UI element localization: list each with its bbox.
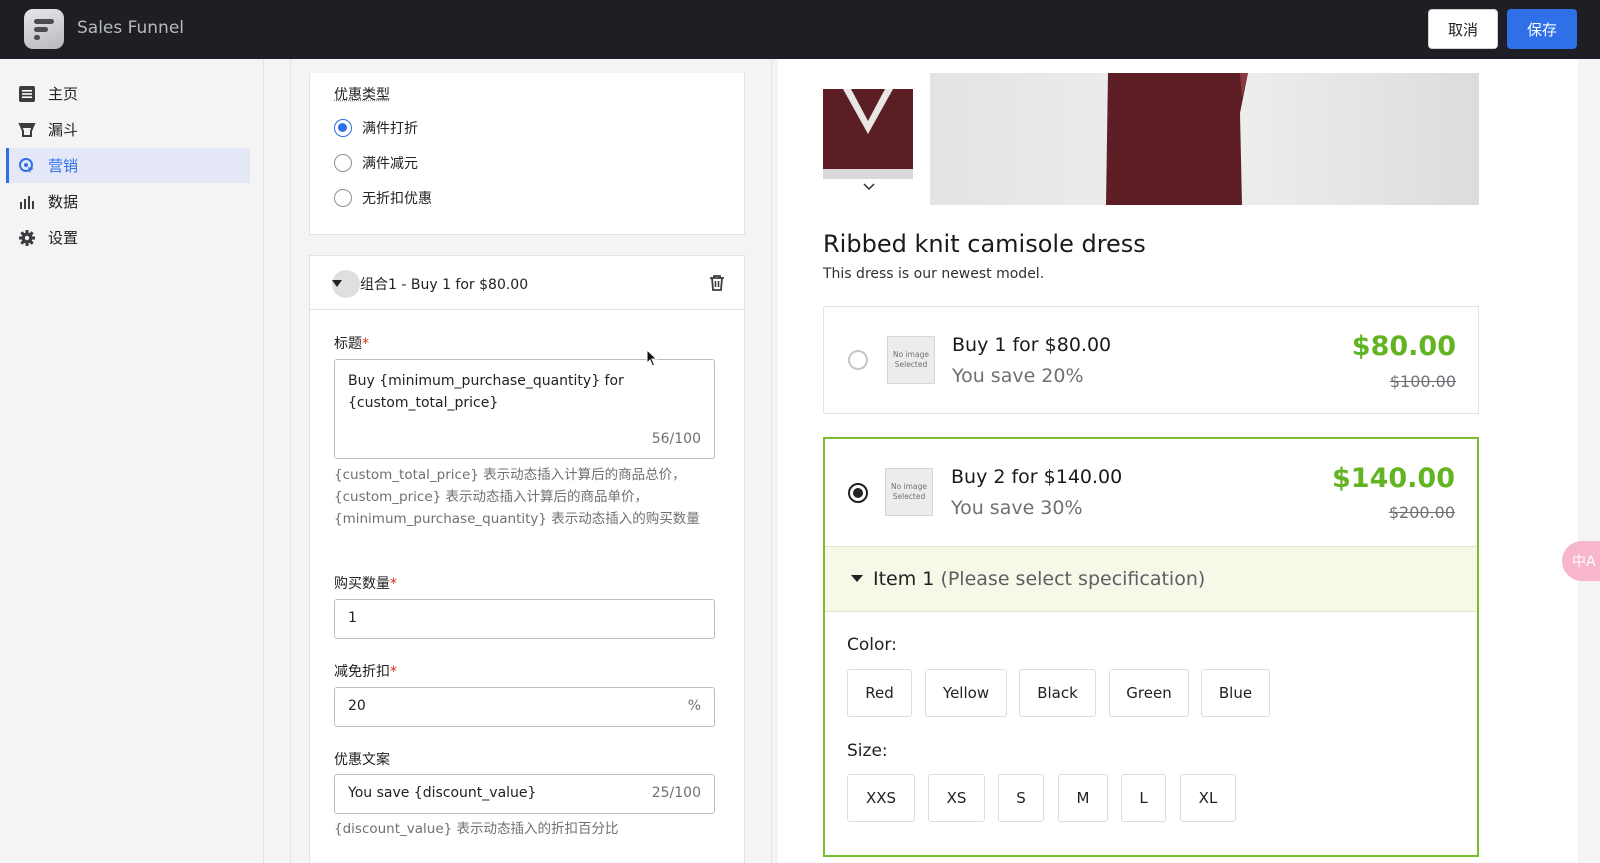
product-main-image [930,73,1479,205]
save-button[interactable]: 保存 [1507,9,1577,49]
discount-option-none[interactable]: 无折扣优惠 [334,188,432,208]
scrollbar[interactable] [1578,59,1600,863]
sidebar-item-settings[interactable]: 设置 [6,220,250,255]
cancel-button[interactable]: 取消 [1428,9,1498,49]
discount-value: 20 [348,698,366,714]
radio-unselected[interactable] [334,154,352,172]
product-subtitle: This dress is our newest model. [823,266,1045,282]
title-text-line: Buy {minimum_purchase_quantity} for [348,373,624,389]
sidebar-item-marketing[interactable]: 营销 [6,148,250,183]
product-thumbnail[interactable] [823,89,913,179]
chevron-down-icon[interactable] [863,183,875,191]
bar-chart-icon [20,195,34,209]
caret-down-icon [332,280,342,287]
sidebar-item-label: 设置 [48,229,79,247]
dress-photo [1106,73,1248,205]
dress-image [823,89,913,179]
app-title: Sales Funnel [77,18,185,38]
title-hint: {custom_total_price} 表示动态插入计算后的商品总价，{cus… [334,467,700,527]
funnel-icon [18,122,36,137]
discount-field-label: 减免折扣* [334,664,397,680]
trash-icon[interactable] [708,274,726,292]
marketing-icon [19,157,34,173]
discount-type-card: 优惠类型 满件打折 满件减元 无折扣优惠 [309,73,745,235]
color-option-red[interactable]: Red [847,669,912,717]
no-image-placeholder: No image Selected [887,336,935,384]
color-label: Color: [847,635,897,655]
size-option-xl[interactable]: XL [1180,774,1236,822]
quantity-input[interactable]: 1 [334,599,715,639]
radio-label: 满件减元 [362,156,418,172]
list-icon [19,85,35,102]
size-option-s[interactable]: S [998,774,1044,822]
discount-type-label: 优惠类型 [334,87,390,103]
mouse-cursor-icon [646,349,658,367]
copy-hint: {discount_value} 表示动态插入的折扣百分比 [334,821,619,837]
sidebar-item-label: 数据 [48,193,79,211]
top-bar: Sales Funnel 取消 保存 [0,0,1600,59]
bundle-offer-2[interactable]: No image Selected Buy 2 for $140.00 You … [823,437,1479,857]
item-variant-toggle[interactable]: Item 1 (Please select specification) [825,546,1477,612]
offer-savings: You save 20% [952,365,1084,387]
offer-price: $80.00 [1351,331,1456,362]
sidebar-item-label: 主页 [48,85,79,103]
offer-original-price: $200.00 [1388,503,1455,522]
item-label: Item 1 (Please select specification) [873,568,1206,590]
radio-unselected[interactable] [334,189,352,207]
bundle-offer-1[interactable]: No image Selected Buy 1 for $80.00 You s… [823,306,1479,414]
offer-radio[interactable] [848,350,868,370]
gear-icon [19,229,35,246]
product-title: Ribbed knit camisole dress [823,230,1146,258]
offer-original-price: $100.00 [1389,372,1456,391]
quantity-field-label: 购买数量* [334,576,397,592]
offer-title: Buy 1 for $80.00 [952,334,1112,356]
size-label: Size: [847,741,888,761]
char-counter: 56/100 [651,431,701,447]
radio-selected[interactable] [334,119,352,137]
title-field-label: 标题* [334,336,369,352]
copy-value: You save {discount_value} [348,785,537,801]
offer-price: $140.00 [1332,463,1455,494]
size-option-xxs[interactable]: XXS [847,774,915,822]
percent-suffix: % [687,698,701,714]
char-counter: 25/100 [651,785,701,801]
sidebar-item-label: 漏斗 [48,121,79,139]
bundle-group-title: 组合1 - Buy 1 for $80.00 [360,277,529,293]
sidebar-item-label: 营销 [48,157,79,175]
copy-field-label: 优惠文案 [334,752,390,768]
discount-option-amount[interactable]: 满件减元 [334,153,418,173]
bundle-group-header[interactable]: 组合1 - Buy 1 for $80.00 [310,256,744,310]
caret-down-icon [851,575,863,582]
discount-option-percent[interactable]: 满件打折 [334,118,418,138]
size-option-l[interactable]: L [1121,774,1166,822]
offer-savings: You save 30% [951,497,1083,519]
color-option-yellow[interactable]: Yellow [925,669,1007,717]
offer-radio-selected[interactable] [848,483,868,503]
bundle-group-card: 组合1 - Buy 1 for $80.00 标题* Buy {minimum_… [309,255,745,863]
radio-label: 满件打折 [362,121,418,137]
sidebar-item-home[interactable]: 主页 [6,76,250,111]
size-option-m[interactable]: M [1058,774,1108,822]
radio-label: 无折扣优惠 [362,191,432,207]
title-textarea[interactable]: Buy {minimum_purchase_quantity} for {cus… [334,359,715,459]
sidebar-item-data[interactable]: 数据 [6,184,250,219]
size-option-xs[interactable]: XS [928,774,985,822]
color-option-green[interactable]: Green [1109,669,1189,717]
copy-input[interactable]: You save {discount_value} 25/100 [334,774,715,814]
sidebar-item-funnel[interactable]: 漏斗 [6,112,250,147]
storefront-preview: Ribbed knit camisole dress This dress is… [778,59,1578,863]
logo-icon [34,19,54,40]
sidebar: 主页 漏斗 营销 数据 设置 [0,59,264,863]
color-option-blue[interactable]: Blue [1201,669,1270,717]
discount-input[interactable]: 20 % [334,687,715,727]
offer-title: Buy 2 for $140.00 [951,466,1123,488]
no-image-placeholder: No image Selected [885,468,933,516]
title-text-line: {custom_total_price} [348,395,499,411]
settings-panel: 优惠类型 满件打折 满件减元 无折扣优惠 组合1 - Buy 1 for $80… [290,59,772,863]
translate-widget-button[interactable]: 中A [1562,541,1600,581]
app-logo [24,9,64,49]
color-option-black[interactable]: Black [1019,669,1096,717]
